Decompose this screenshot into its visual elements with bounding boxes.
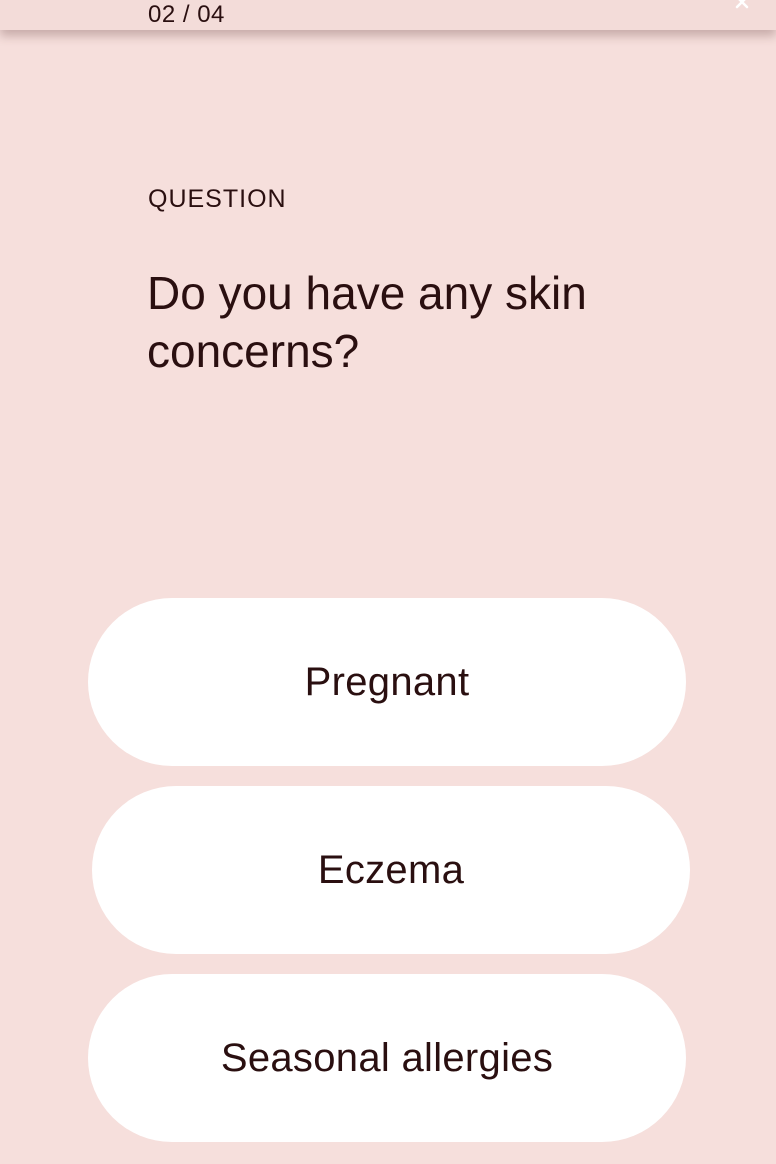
option-pregnant-button[interactable]: Pregnant — [88, 598, 686, 766]
option-label: Eczema — [317, 847, 465, 892]
step-counter: 02 / 04 — [148, 1, 225, 28]
option-eczema-button[interactable]: Eczema — [92, 786, 690, 954]
question-label: QUESTION — [148, 185, 287, 213]
option-seasonal-allergies-button[interactable]: Seasonal allergies — [88, 974, 686, 1142]
option-label: Pregnant — [304, 659, 470, 704]
close-icon[interactable] — [734, 0, 750, 10]
top-bar: 02 / 04 — [0, 0, 776, 30]
question-text: Do you have any skin concerns? — [147, 267, 587, 377]
close-icon-glyph — [735, 0, 749, 9]
option-label: Seasonal allergies — [220, 1035, 554, 1080]
